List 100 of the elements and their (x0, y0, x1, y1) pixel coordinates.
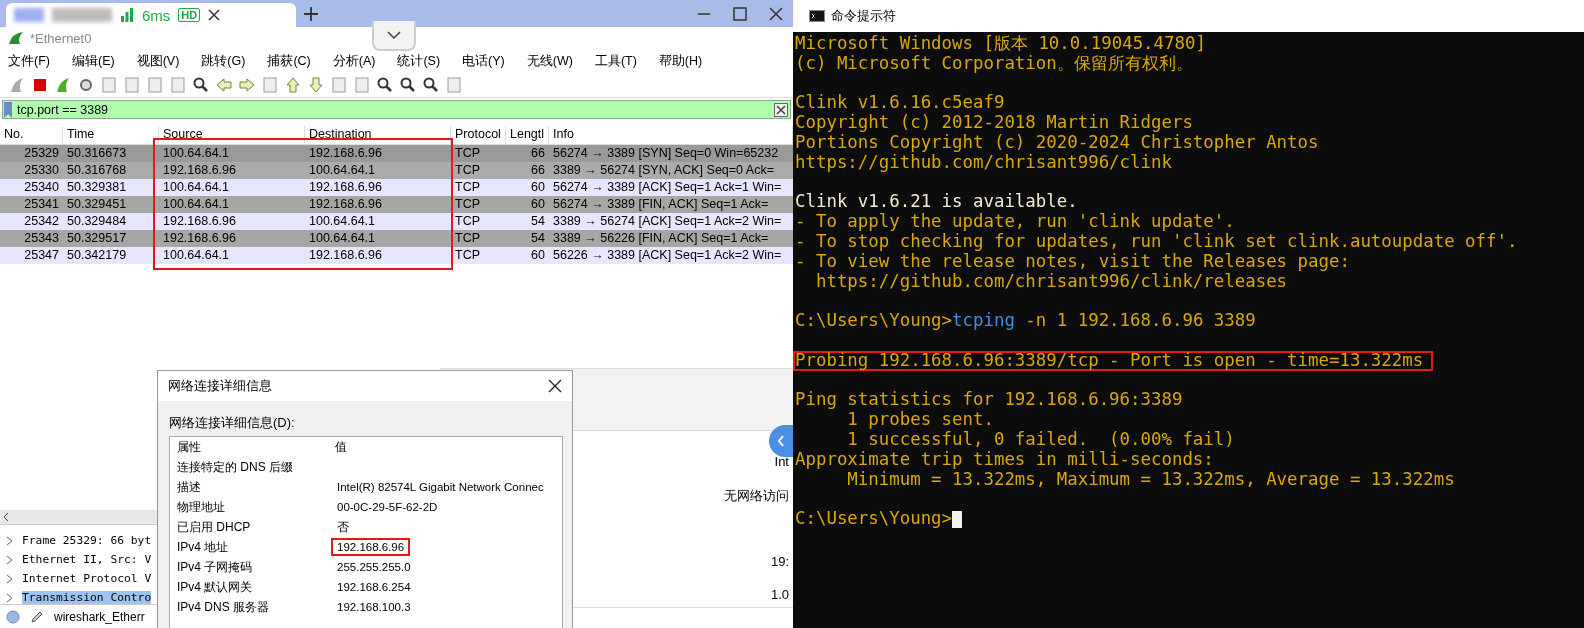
console-line: Clink v1.6.21 is available. (795, 192, 1078, 213)
console-line: Copyright (c) 2012-2018 Martin Ridgers (795, 113, 1193, 133)
filter-bar[interactable]: tcp.port == 3389 (2, 100, 791, 119)
console-line: Clink v1.6.16.c5eaf9 (795, 93, 1005, 114)
property-cell-text: IPv4 地址 (176, 538, 230, 556)
menu-item[interactable]: 帮助(H) (658, 52, 703, 70)
window-title: *Ethernet0 (30, 30, 92, 46)
window-title: 命令提示符 (831, 7, 896, 25)
property-cell-text: IPv4 子网掩码 (176, 558, 254, 576)
column-header[interactable]: Destination (305, 126, 451, 144)
table-cell-text: 50.329451 (66, 196, 128, 213)
arrow-down-icon[interactable] (307, 76, 325, 94)
column-header[interactable]: Protocol (451, 126, 506, 144)
dialog-title: 网络连接详细信息 (168, 377, 272, 395)
menu-item[interactable]: 工具(T) (594, 52, 637, 70)
console-line: 1 successful, 0 failed. (0.00% fail) (846, 429, 1235, 450)
signal-icon (120, 8, 134, 22)
table-cell-text: 56274 → 3389 [SYN] Seq=0 Win=65232 (552, 145, 780, 162)
panel-text: 1.0 (770, 587, 789, 602)
column-header[interactable]: Time (63, 126, 159, 144)
close-icon[interactable] (548, 379, 562, 393)
chevron-down-icon[interactable] (387, 31, 401, 39)
menu-item[interactable]: 分析(A) (332, 52, 376, 70)
property-cell-text: IPv4 默认网关 (176, 578, 254, 596)
menu-item[interactable]: 跳转(G) (201, 52, 246, 70)
stop-icon[interactable] (31, 76, 49, 94)
console-line: C:\Users\Young>tcping -n 1 192.168.6.96 3389 (795, 311, 1256, 331)
plus-icon[interactable] (304, 6, 318, 21)
table-cell-text: 66 (530, 162, 546, 179)
packet-row[interactable]: 25343 50.329517 192.168.6.96 100.64.64.1 TCP 54 3389 → 56226 [FIN, ACK] Seq=1 Ack= (0, 230, 793, 247)
maximize-icon[interactable] (733, 6, 747, 21)
packet-row[interactable]: 25330 50.316768 192.168.6.96 100.64.64.1 TCP 66 3389 → 56274 [SYN, ACK] Seq=0 Ack= (0, 162, 793, 179)
menu-item[interactable]: 文件(F) (8, 52, 50, 70)
bookmark-icon[interactable] (3, 101, 13, 118)
table-cell-text: 66 (530, 145, 546, 162)
console-line: Portions Copyright (c) 2020-2024 Christopher Antos (795, 133, 1319, 153)
menu-item[interactable]: 编辑(E) (71, 52, 115, 70)
detail-tree-item[interactable]: Transmission Contro (22, 591, 152, 604)
table-cell-text: 50.329381 (66, 179, 128, 196)
column-header[interactable]: Lengtl (506, 126, 549, 144)
shark-fin-icon[interactable] (54, 76, 72, 94)
arrow-left-icon[interactable] (215, 76, 233, 94)
detail-tree-item[interactable]: Internet Protocol V (22, 572, 152, 585)
packet-row[interactable]: 25347 50.342179 100.64.64.1 192.168.6.96 TCP 60 56226 → 3389 [ACK] Seq=1 Ack=2 Win= (0, 247, 793, 264)
table-cell-text: 100.64.64.1 (162, 196, 231, 213)
filter-field[interactable]: tcp.port == 3389 (17, 102, 770, 117)
column-header[interactable]: Source (159, 126, 305, 144)
menu-item[interactable]: 捕获(C) (267, 52, 311, 70)
packet-row[interactable]: 25329 50.316673 100.64.64.1 192.168.6.96 TCP 66 56274 → 3389 [SYN] Seq=0 Win=65232 (0, 145, 793, 162)
packet-row[interactable]: 25340 50.329381 100.64.64.1 192.168.6.96 TCP 60 56274 → 3389 [ACK] Seq=1 Ack=1 Win= (0, 179, 793, 196)
table-cell-text: TCP (454, 213, 481, 230)
back-button[interactable] (769, 425, 793, 457)
search-icon[interactable] (192, 76, 210, 94)
console-icon (809, 10, 825, 22)
status-circle-icon[interactable] (6, 609, 20, 624)
value-cell-text: 00-0C-29-5F-62-2D (336, 500, 439, 515)
table-cell-text: 50.329517 (66, 230, 128, 247)
scroll-left-icon[interactable] (3, 512, 9, 522)
table-cell-text: 54 (530, 213, 546, 230)
value-cell-text: 192.168.6.254 (336, 580, 412, 595)
console-line: 1 probes sent. (846, 410, 994, 430)
menu-item[interactable]: 无线(W) (526, 52, 573, 70)
table-cell-text: 100.64.64.1 (308, 230, 377, 247)
table-cell-text: 25342 (23, 213, 60, 230)
table-cell-text: 56226 → 3389 [ACK] Seq=1 Ack=2 Win= (552, 247, 783, 264)
arrow-right-icon[interactable] (238, 76, 256, 94)
value-cell-text: 否 (336, 519, 350, 535)
console-line: C:\Users\Young> (795, 509, 953, 529)
column-header[interactable]: No. (0, 126, 63, 144)
table-cell-text: 192.168.6.96 (308, 179, 383, 196)
table-cell-text: 50.316768 (66, 162, 128, 179)
table-cell-text: 100.64.64.1 (162, 179, 231, 196)
packet-row[interactable]: 25342 50.329484 192.168.6.96 100.64.64.1 TCP 54 3389 → 56274 [ACK] Seq=1 Ack=2 Win= (0, 213, 793, 230)
console-line: (c) Microsoft Corporation。保留所有权利。 (795, 53, 1193, 74)
fin-icon[interactable] (8, 76, 26, 94)
close-icon[interactable] (208, 9, 221, 21)
clear-icon[interactable] (774, 102, 788, 117)
detail-tree-item[interactable]: Ethernet II, Src: V (22, 553, 152, 566)
table-cell-text: 3389 → 56274 [ACK] Seq=1 Ack=2 Win= (552, 213, 783, 230)
menu-item[interactable]: 统计(S) (397, 52, 441, 70)
column-header[interactable]: 值 (328, 438, 562, 456)
table-cell-text: 56274 → 3389 [ACK] Seq=1 Ack=1 Win= (552, 179, 783, 196)
arrow-up-icon[interactable] (284, 76, 302, 94)
property-cell-text: 描述 (176, 478, 202, 496)
console-line: https://github.com/chrisant996/clink/releases (814, 271, 1288, 292)
close-icon[interactable] (769, 6, 783, 21)
table-cell-text: 54 (530, 230, 546, 247)
packet-row[interactable]: 25341 50.329451 100.64.64.1 192.168.6.96 TCP 60 56274 → 3389 [FIN, ACK] Seq=1 Ack= (0, 196, 793, 213)
shark-fin-icon (8, 31, 24, 45)
detail-tree-item[interactable]: Frame 25329: 66 byt (22, 534, 152, 547)
edit-icon[interactable] (30, 609, 44, 624)
menu-item[interactable]: 视图(V) (136, 52, 180, 70)
chevron-left-icon[interactable] (777, 435, 785, 447)
column-header[interactable]: 属性 (170, 438, 328, 456)
table-cell-text: 25341 (23, 196, 60, 213)
menu-item[interactable]: 电话(Y) (462, 52, 505, 70)
console-line: Minimum = 13.322ms, Maximum = 13.322ms, Average = 13.322ms (847, 469, 1455, 490)
console-line: https://github.com/chrisant996/clink (795, 152, 1172, 173)
value-cell-text: Intel(R) 82574L Gigabit Network Connec (336, 480, 545, 495)
table-cell-text: 50.342179 (66, 247, 128, 264)
